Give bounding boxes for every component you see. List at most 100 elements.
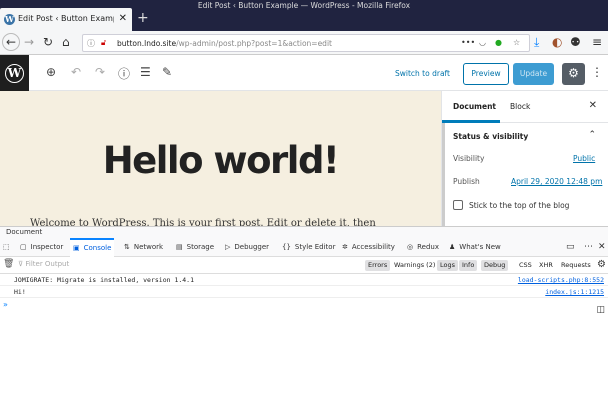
navigation-bar: ← → ↻ ⌂ ⓘ 🔓︎ button.lndo.site/wp-admin/p… [0,31,608,55]
log-source-link[interactable]: index.js:1:1215 [545,288,604,296]
sticky-checkbox[interactable] [453,200,463,210]
url-bar[interactable]: ⓘ 🔓︎ button.lndo.site/wp-admin/post.php?… [82,34,530,52]
user-icon[interactable]: ⚉ [570,35,581,49]
close-sidebar-icon[interactable]: ✕ [589,100,597,111]
insecure-lock-icon[interactable]: 🔓︎ [101,38,106,48]
console-input-prompt[interactable]: » [3,300,8,309]
undo-icon[interactable]: ↶ [71,65,81,79]
accessibility-icon: ✲ [342,243,348,251]
publish-label: Publish [453,177,480,186]
settings-sidebar: Document Block ✕ Status & visibility ⌃ V… [441,91,608,226]
addon-icon[interactable]: ◐ [552,35,562,49]
block-navigation-icon[interactable]: ☰ [140,65,151,79]
tab-document[interactable]: Document [453,102,496,111]
log-source-link[interactable]: load-scripts.php:8:552 [518,276,604,284]
status-visibility-heading[interactable]: Status & visibility [453,132,528,141]
switch-to-draft-button[interactable]: Switch to draft [395,69,450,78]
style-editor-icon: {} [282,243,291,251]
wordpress-logo-button[interactable]: W [0,55,29,91]
back-icon[interactable]: ← [2,33,20,51]
inspector-icon: ▢ [20,243,27,251]
chevron-up-icon[interactable]: ⌃ [588,130,596,140]
post-paragraph[interactable]: Welcome to WordPress. This is your first… [30,218,376,226]
tab-whats-new[interactable]: ♟ What's New [449,238,501,257]
tab-title: Edit Post ‹ Button Example [18,14,114,23]
element-picker-icon[interactable]: ⬚ [3,238,10,257]
bookmark-star-icon[interactable]: ☆ [513,38,520,47]
network-icon: ⇅ [124,243,130,251]
whats-new-icon: ♟ [449,243,456,251]
tab-accessibility[interactable]: ✲ Accessibility [342,238,395,257]
redo-icon[interactable]: ↷ [95,65,105,79]
tab-style-editor[interactable]: {} Style Editor [282,238,335,257]
editor-toolbar: W ⊕ ↶ ↷ ⓘ ☰ ✎ Switch to draft Preview Up… [0,55,608,91]
settings-gear-icon[interactable]: ⚙ [562,63,585,85]
info-icon[interactable]: ⓘ [87,38,95,49]
wordpress-icon: W [4,14,15,25]
sticky-label: Stick to the top of the blog [469,201,570,210]
home-icon[interactable]: ⌂ [62,35,70,49]
filter-debug[interactable]: Debug [481,260,509,271]
active-tab-indicator [442,120,500,123]
console-filter-bar: 🗑︎ ⊽ Filter Output Errors Warnings (2) L… [0,257,608,274]
redux-icon: ◎ [407,243,414,251]
more-options-icon[interactable]: ⋮ [591,65,603,79]
console-settings-gear-icon[interactable]: ⚙ [597,259,606,270]
console-log-row: Hi! index.js:1:1215 [0,286,608,298]
filter-warnings[interactable]: Warnings (2) [391,260,438,271]
visibility-label: Visibility [453,154,485,163]
breadcrumb-document[interactable]: Document [6,228,42,236]
editor-canvas: Hello world! Welcome to WordPress. This … [0,91,441,226]
log-message: Hi! [14,288,26,296]
trash-icon[interactable]: 🗑︎ [3,259,14,269]
visibility-value-link[interactable]: Public [573,154,595,163]
tab-debugger[interactable]: ▷ Debugger [225,238,269,257]
filter-errors[interactable]: Errors [365,260,391,271]
sidebar-tabs: Document Block ✕ [442,91,608,123]
forward-icon[interactable]: → [24,35,34,49]
tools-pencil-icon[interactable]: ✎ [162,65,172,79]
filter-output-input[interactable]: ⊽ Filter Output [18,260,69,268]
tab-console[interactable]: ▣ Console [70,238,115,257]
dock-icon[interactable]: ▭ [566,242,575,252]
browser-tab[interactable]: W Edit Post ‹ Button Example ✕ [0,8,132,31]
new-tab-icon[interactable]: + [137,10,149,26]
close-tab-icon[interactable]: ✕ [119,13,127,24]
browser-titlebar: Edit Post ‹ Button Example — WordPress -… [0,0,608,31]
wordpress-logo-icon: W [5,64,24,83]
filter-info[interactable]: Info [459,260,478,271]
menu-icon[interactable]: ≡ [592,35,602,49]
log-message: JOMIGRATE: Migrate is installed, version… [14,276,195,284]
url-text[interactable]: button.lndo.site/wp-admin/post.php?post=… [117,39,332,48]
extension-icon[interactable]: ● [495,38,502,47]
post-title[interactable]: Hello world! [0,139,441,182]
downloads-icon[interactable]: ⤓ [534,35,539,50]
filter-logs[interactable]: Logs [437,260,458,271]
tab-redux[interactable]: ◎ Redux [407,238,439,257]
tab-storage[interactable]: ▤ Storage [176,238,214,257]
add-block-icon[interactable]: ⊕ [46,65,56,79]
devtools-tabs: ⬚ ▢ Inspector ▣ Console ⇅ Network ▤ Storage … [0,238,608,257]
devtools-close-icon[interactable]: ✕ [598,242,606,252]
storage-icon: ▤ [176,243,183,251]
publish-date-link[interactable]: April 29, 2020 12:48 pm [511,177,602,186]
pocket-icon[interactable]: ◡ [479,38,486,47]
filter-css[interactable]: CSS [516,260,535,271]
console-log-row: JOMIGRATE: Migrate is installed, version… [0,274,608,286]
filter-requests[interactable]: Requests [558,260,594,271]
tab-inspector[interactable]: ▢ Inspector [20,238,63,257]
debugger-icon: ▷ [225,243,231,251]
content-info-icon[interactable]: ⓘ [118,65,130,82]
preview-button[interactable]: Preview [463,63,509,85]
filter-xhr[interactable]: XHR [536,260,556,271]
console-icon: ▣ [73,244,80,252]
tab-block[interactable]: Block [510,102,530,111]
reload-icon[interactable]: ↻ [43,35,53,49]
sidebar-scrollbar[interactable] [442,123,445,226]
page-actions-icon[interactable]: ••• [461,38,475,47]
tab-network[interactable]: ⇅ Network [124,238,163,257]
devtools-breadcrumb: Document [0,226,608,238]
update-button[interactable]: Update [513,63,554,85]
split-console-icon[interactable]: ◫ [596,305,605,315]
devtools-menu-icon[interactable]: ⋯ [584,242,593,252]
